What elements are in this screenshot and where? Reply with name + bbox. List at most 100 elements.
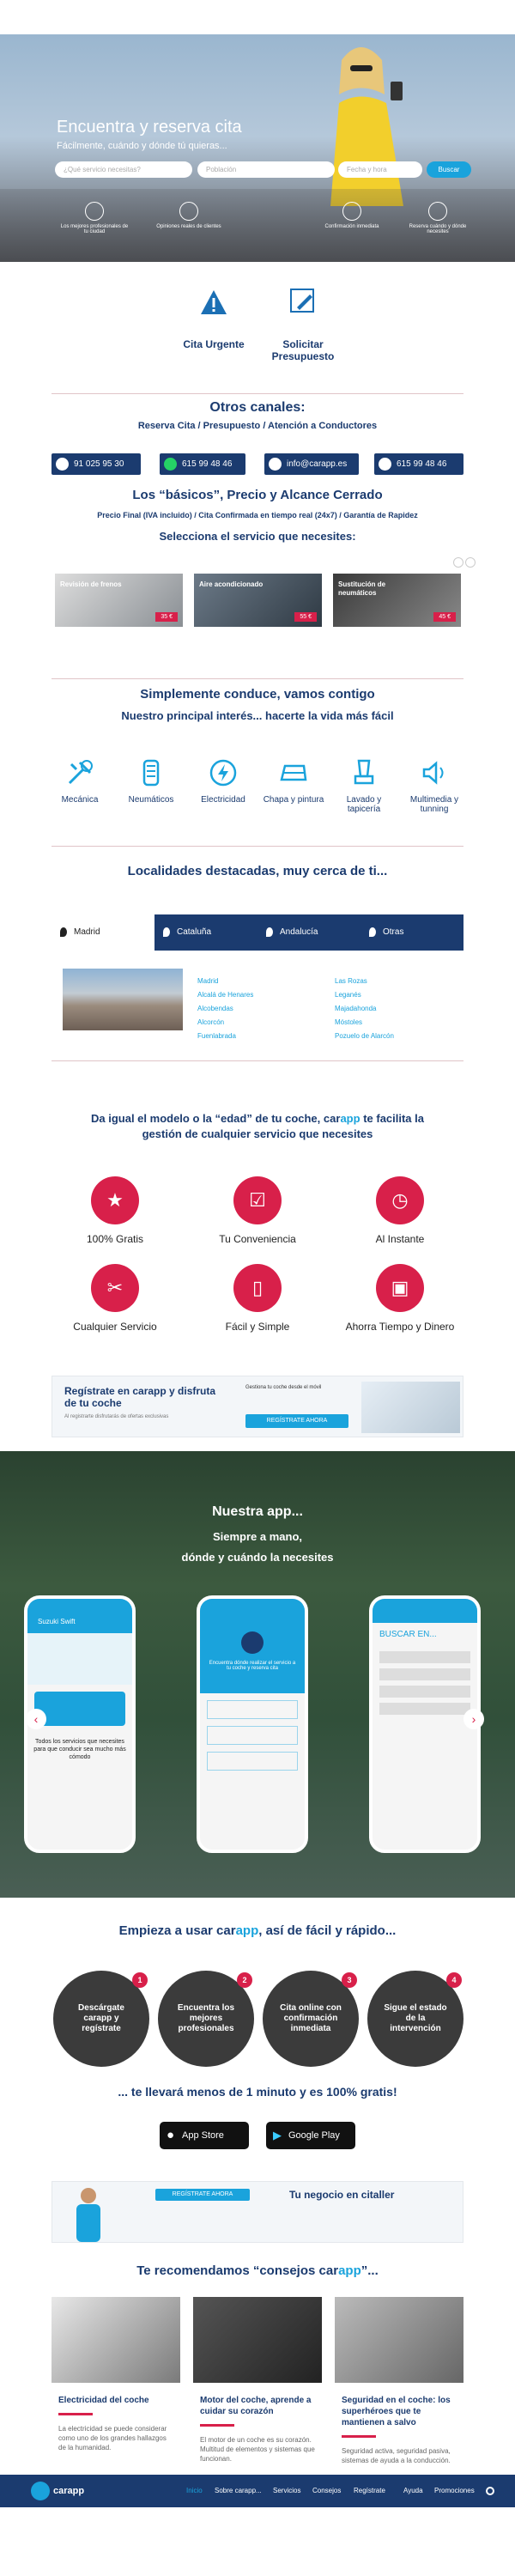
step-label: Cita online con confirmación inmediata <box>280 2003 342 2033</box>
location-input[interactable]: Población <box>197 161 335 178</box>
brand-app: app <box>340 1112 360 1125</box>
urgent-appointment-link[interactable]: Cita Urgente <box>167 338 261 350</box>
phone-icon <box>56 458 69 471</box>
search-button[interactable]: Buscar <box>427 161 471 178</box>
date-input[interactable]: Fecha y hora <box>338 161 422 178</box>
carousel-prev-icon[interactable]: ‹ <box>26 1709 46 1729</box>
drive-title: Simplemente conduce, vamos contigo <box>140 687 375 702</box>
search-icon[interactable] <box>486 2487 494 2495</box>
logo-icon <box>241 1631 264 1654</box>
feature-label: Confirmación inmediata <box>324 224 379 229</box>
register-button[interactable]: REGÍSTRATE AHORA <box>245 1414 348 1428</box>
phone-option <box>207 1700 298 1719</box>
feature-item: Los mejores profesionales de tu ciudad <box>60 202 129 234</box>
car-seat-icon <box>354 759 374 785</box>
tab-otras[interactable]: Otras <box>360 914 464 951</box>
location-link[interactable]: Alcorcón <box>197 1016 253 1030</box>
phone-field <box>379 1703 470 1715</box>
category-label: Multimedia y tunning <box>409 795 459 814</box>
banner-title: Regístrate en carapp y disfruta de tu co… <box>64 1385 216 1409</box>
email-address: info@carapp.es <box>287 459 348 469</box>
category-label: Neumáticos <box>128 795 174 805</box>
service-card-title: Aire acondicionado <box>199 580 264 588</box>
nav-logo[interactable]: carapp <box>53 2475 84 2507</box>
location-link[interactable]: Madrid <box>197 975 253 988</box>
feature-item: Confirmación inmediata <box>318 202 386 229</box>
step-item: 1 Descárgate carapp y regístrate <box>53 1971 149 2067</box>
tip-text: La electricidad se puede considerar como… <box>58 2425 167 2451</box>
business-register-button[interactable]: REGÍSTRATE AHORA <box>155 2189 250 2201</box>
divider <box>52 678 464 679</box>
category-mechanics[interactable]: Mecánica <box>45 756 114 805</box>
category-electricity[interactable]: Electricidad <box>189 756 258 805</box>
star-icon: ★ <box>91 1176 139 1224</box>
edit-quote-icon[interactable] <box>288 287 318 316</box>
nav-inicio[interactable]: Inicio <box>186 2475 203 2507</box>
category-multimedia[interactable]: Multimedia y tunning <box>400 756 469 814</box>
location-link[interactable]: Majadahonda <box>335 1002 394 1016</box>
locations-col1: Madrid Alcalá de Henares Alcobendas Alco… <box>197 975 253 1043</box>
whatsapp-button[interactable]: 615 99 48 46 <box>160 453 245 475</box>
brand-car: car <box>323 1112 341 1125</box>
brand-app: app <box>235 1923 259 1938</box>
request-quote-link[interactable]: Solicitar Presupuesto <box>256 338 350 362</box>
location-link[interactable]: Las Rozas <box>335 975 394 988</box>
appstore-button[interactable]: ● App Store <box>160 2122 249 2149</box>
carousel-next-icon[interactable]: › <box>464 1709 484 1729</box>
mail-icon <box>269 458 282 471</box>
nav-promociones[interactable]: Promociones <box>434 2475 475 2507</box>
mobile-number: 615 99 48 46 <box>397 459 447 469</box>
phone-header: Encuentra dónde realizar el servicio a t… <box>200 1599 305 1693</box>
service-card[interactable]: Aire acondicionado 55 € <box>194 574 322 627</box>
benefit-any-service: ✂ Cualquier Servicio <box>55 1264 175 1333</box>
nav-registrate[interactable]: Regístrate <box>354 2475 385 2507</box>
carousel-prev-icon[interactable] <box>453 557 464 568</box>
benefit-instant: ◷ Al Instante <box>340 1176 460 1245</box>
phone-number: 91 025 95 30 <box>74 459 124 469</box>
email-button[interactable]: info@carapp.es <box>264 453 359 475</box>
category-bodywork[interactable]: Chapa y pintura <box>259 756 328 805</box>
nav-servicios[interactable]: Servicios <box>273 2475 300 2507</box>
phone-button[interactable]: 91 025 95 30 <box>52 453 141 475</box>
nav-consejos[interactable]: Consejos <box>312 2475 341 2507</box>
logo-icon[interactable] <box>31 2482 50 2500</box>
phone-field <box>379 1668 470 1680</box>
check-icon <box>342 202 361 221</box>
business-title: Tu negocio en citaller <box>289 2189 395 2201</box>
tab-madrid[interactable]: Madrid <box>52 914 154 951</box>
service-input[interactable]: ¿Qué servicio necesitas? <box>55 161 192 178</box>
tab-cataluna[interactable]: Cataluña <box>154 914 258 951</box>
location-link[interactable]: Alcalá de Henares <box>197 988 253 1002</box>
googleplay-button[interactable]: ▶ Google Play <box>266 2122 355 2149</box>
carousel-next-icon[interactable] <box>465 557 476 568</box>
step-item: 3 Cita online con confirmación inmediata <box>263 1971 359 2067</box>
location-link[interactable]: Fuenlabrada <box>197 1030 253 1043</box>
benefits-title-text: te facilita la <box>363 1112 424 1125</box>
nav-sobre[interactable]: Sobre carapp... <box>215 2475 262 2507</box>
medal-icon <box>85 202 104 221</box>
category-washing[interactable]: Lavado y tapicería <box>330 756 398 814</box>
nav-ayuda[interactable]: Ayuda <box>403 2475 423 2507</box>
tip-title: Motor del coche, aprende a cuidar su cor… <box>200 2396 312 2416</box>
tab-andalucia[interactable]: Andalucía <box>258 914 360 951</box>
service-card[interactable]: Sustitución de neumáticos 45 € <box>333 574 461 627</box>
benefit-savings: ▣ Ahorra Tiempo y Dinero <box>340 1264 460 1333</box>
bottom-nav: carapp Inicio Sobre carapp... Servicios … <box>0 2475 515 2507</box>
step-label: Sigue el estado de la intervención <box>384 2003 447 2033</box>
hero-title: Encuentra y reserva cita <box>57 118 242 137</box>
category-label: Chapa y pintura <box>263 795 324 805</box>
location-link[interactable]: Alcobendas <box>197 1002 253 1016</box>
benefit-label: Cualquier Servicio <box>73 1321 157 1333</box>
benefit-label: Al Instante <box>375 1233 425 1245</box>
location-link[interactable]: Pozuelo de Alarcón <box>335 1030 394 1043</box>
warning-icon[interactable] <box>199 289 228 316</box>
service-card[interactable]: Revisión de frenos 35 € <box>55 574 183 627</box>
location-link[interactable]: Leganés <box>335 988 394 1002</box>
location-link[interactable]: Móstoles <box>335 1016 394 1030</box>
category-tyres[interactable]: Neumáticos <box>117 756 185 805</box>
service-card-price: 35 € <box>155 612 178 622</box>
mobile-button[interactable]: 615 99 48 46 <box>374 453 464 475</box>
tip-image <box>193 2297 322 2383</box>
rating-icon <box>179 202 198 221</box>
app-line2: dónde y cuándo la necesites <box>181 1551 334 1564</box>
